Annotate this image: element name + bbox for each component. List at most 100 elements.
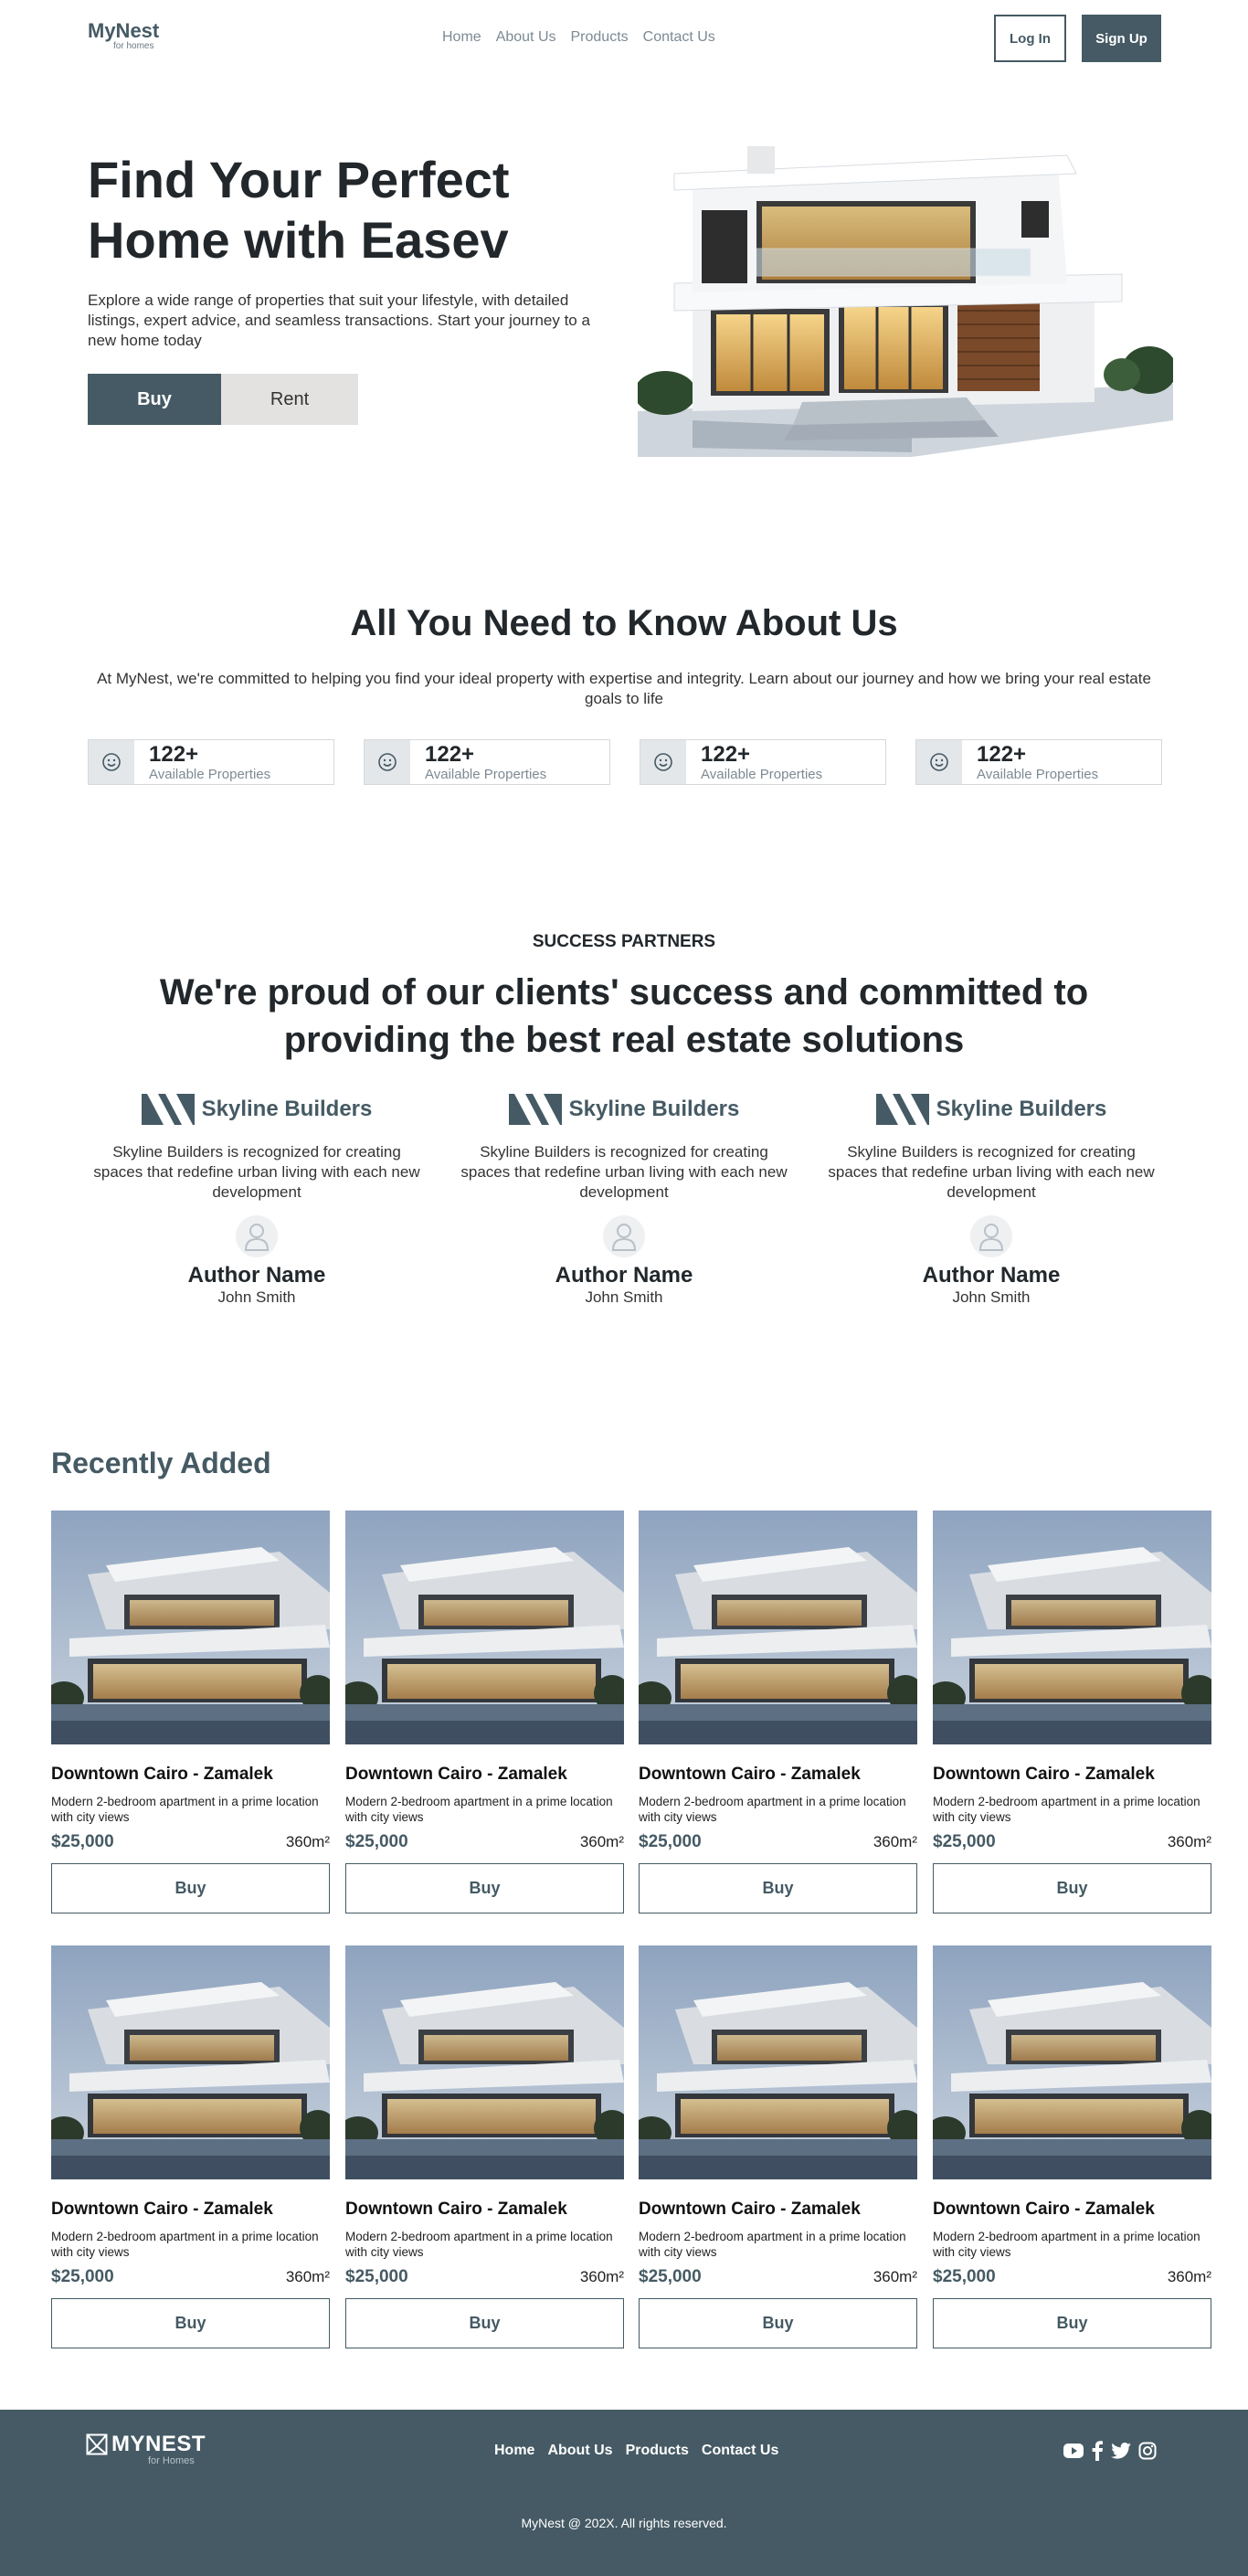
property-description: Modern 2-bedroom apartment in a prime lo… xyxy=(51,2230,319,2259)
property-card[interactable]: Downtown Cairo - Zamalek Modern 2-bedroom… xyxy=(639,1511,917,1913)
property-buy-button[interactable]: Buy xyxy=(51,2298,330,2348)
stat-label: Available Properties xyxy=(149,766,271,782)
property-photo[interactable] xyxy=(51,1511,330,1744)
stat-card: 122+ Available Properties xyxy=(364,739,610,785)
stat-label: Available Properties xyxy=(977,766,1099,782)
about-title: All You Need to Know About Us xyxy=(350,603,898,643)
property-photo[interactable] xyxy=(51,1945,330,2179)
avatar xyxy=(970,1215,1012,1257)
property-title[interactable]: Downtown Cairo - Zamalek xyxy=(345,1765,624,1785)
signup-button[interactable]: Sign Up xyxy=(1082,15,1161,62)
property-buy-button[interactable]: Buy xyxy=(639,1863,917,1913)
property-description: Modern 2-bedroom apartment in a prime lo… xyxy=(933,2230,1200,2259)
page: MyNest for homes Home About Us Products … xyxy=(0,0,1248,2576)
stat-card: 122+ Available Properties xyxy=(915,739,1162,785)
stat-card: 122+ Available Properties xyxy=(88,739,334,785)
property-area: 360m² xyxy=(873,1833,917,1850)
logo-box-icon xyxy=(86,2433,108,2455)
logo-tag: for homes xyxy=(113,41,154,51)
social-links xyxy=(1063,2441,1157,2461)
property-price: $25,000 xyxy=(933,2267,996,2286)
partner-description: Skyline Builders is recognized for creat… xyxy=(93,1143,420,1201)
property-buy-button[interactable]: Buy xyxy=(933,2298,1211,2348)
property-buy-button[interactable]: Buy xyxy=(345,2298,624,2348)
skyline-builders-logo-icon xyxy=(508,1094,562,1125)
footer-nav-products[interactable]: Products xyxy=(626,2443,689,2459)
hero-buy-button[interactable]: Buy xyxy=(88,374,221,425)
footer-logo[interactable]: MYNEST xyxy=(86,2432,206,2457)
property-price: $25,000 xyxy=(933,1832,996,1851)
partner-brand: Skyline Builders xyxy=(201,1097,373,1121)
nav-about[interactable]: About Us xyxy=(496,29,556,46)
property-photo[interactable] xyxy=(345,1511,624,1744)
main-nav: Home About Us Products Contact Us xyxy=(442,29,715,46)
property-card[interactable]: Downtown Cairo - Zamalek Modern 2-bedroom… xyxy=(51,1511,330,1913)
about-description: At MyNest, we're committed to helping yo… xyxy=(97,670,1151,707)
avatar xyxy=(236,1215,278,1257)
stat-value: 122+ xyxy=(425,741,475,767)
partner-card: Skyline Builders Skyline Builders is rec… xyxy=(460,1091,788,1307)
property-title[interactable]: Downtown Cairo - Zamalek xyxy=(51,1765,330,1785)
property-price: $25,000 xyxy=(345,2267,408,2286)
nav-products[interactable]: Products xyxy=(571,29,629,46)
property-photo[interactable] xyxy=(639,1945,917,2179)
stat-card: 122+ Available Properties xyxy=(640,739,886,785)
property-buy-button[interactable]: Buy xyxy=(345,1863,624,1913)
twitter-icon[interactable] xyxy=(1111,2443,1131,2459)
property-title[interactable]: Downtown Cairo - Zamalek xyxy=(639,2200,917,2220)
property-area: 360m² xyxy=(579,2268,624,2285)
stat-value: 122+ xyxy=(149,741,199,767)
property-buy-button[interactable]: Buy xyxy=(51,1863,330,1913)
property-title[interactable]: Downtown Cairo - Zamalek xyxy=(639,1765,917,1785)
header: MyNest for homes Home About Us Products … xyxy=(0,0,1248,78)
author-name: John Smith xyxy=(217,1288,296,1306)
property-buy-button[interactable]: Buy xyxy=(933,1863,1211,1913)
property-photo[interactable] xyxy=(639,1511,917,1744)
author-label: Author Name xyxy=(555,1263,693,1288)
hero-title: Find Your Perfect Home with Easev xyxy=(88,151,510,269)
nav-contact[interactable]: Contact Us xyxy=(643,29,715,46)
logo[interactable]: MyNest for homes xyxy=(88,20,159,52)
hero-toggle: Buy Rent xyxy=(88,374,358,425)
property-price: $25,000 xyxy=(639,2267,702,2286)
property-description: Modern 2-bedroom apartment in a prime lo… xyxy=(933,1795,1200,1824)
property-card[interactable]: Downtown Cairo - Zamalek Modern 2-bedroom… xyxy=(933,1511,1211,1913)
smiley-icon xyxy=(365,740,410,784)
instagram-icon[interactable] xyxy=(1138,2442,1157,2460)
property-photo[interactable] xyxy=(933,1511,1211,1744)
property-photo[interactable] xyxy=(933,1945,1211,2179)
property-card[interactable]: Downtown Cairo - Zamalek Modern 2-bedroom… xyxy=(933,1945,1211,2348)
property-description: Modern 2-bedroom apartment in a prime lo… xyxy=(345,1795,613,1824)
copyright: MyNest @ 202X. All rights reserved. xyxy=(521,2516,727,2530)
property-price: $25,000 xyxy=(51,1832,114,1851)
hero-description: Explore a wide range of properties that … xyxy=(88,292,590,349)
property-title[interactable]: Downtown Cairo - Zamalek xyxy=(51,2200,330,2220)
property-card[interactable]: Downtown Cairo - Zamalek Modern 2-bedroom… xyxy=(345,1511,624,1913)
property-area: 360m² xyxy=(1167,1833,1211,1850)
footer-logo-tag: for Homes xyxy=(148,2455,195,2466)
footer-nav-about[interactable]: About Us xyxy=(547,2443,612,2459)
property-title[interactable]: Downtown Cairo - Zamalek xyxy=(345,2200,624,2220)
facebook-icon[interactable] xyxy=(1091,2441,1104,2461)
youtube-icon[interactable] xyxy=(1063,2443,1084,2458)
smiley-icon xyxy=(89,740,134,784)
partner-description: Skyline Builders is recognized for creat… xyxy=(828,1143,1155,1201)
property-card[interactable]: Downtown Cairo - Zamalek Modern 2-bedroom… xyxy=(345,1945,624,2348)
hero-rent-button[interactable]: Rent xyxy=(221,374,358,425)
stats-row: 122+ Available Properties 122+ Available P… xyxy=(88,739,1162,785)
property-card[interactable]: Downtown Cairo - Zamalek Modern 2-bedroom… xyxy=(639,1945,917,2348)
partner-brand: Skyline Builders xyxy=(936,1097,1107,1121)
property-area: 360m² xyxy=(579,1833,624,1850)
nav-home[interactable]: Home xyxy=(442,29,481,46)
property-title[interactable]: Downtown Cairo - Zamalek xyxy=(933,2200,1211,2220)
login-button[interactable]: Log In xyxy=(994,15,1066,62)
property-photo[interactable] xyxy=(345,1945,624,2179)
property-buy-button[interactable]: Buy xyxy=(639,2298,917,2348)
property-title[interactable]: Downtown Cairo - Zamalek xyxy=(933,1765,1211,1785)
property-area: 360m² xyxy=(1167,2268,1211,2285)
author-label: Author Name xyxy=(187,1263,326,1288)
property-card[interactable]: Downtown Cairo - Zamalek Modern 2-bedroom… xyxy=(51,1945,330,2348)
footer-nav-home[interactable]: Home xyxy=(494,2443,534,2459)
footer-nav-contact[interactable]: Contact Us xyxy=(702,2443,778,2459)
property-description: Modern 2-bedroom apartment in a prime lo… xyxy=(639,1795,906,1824)
